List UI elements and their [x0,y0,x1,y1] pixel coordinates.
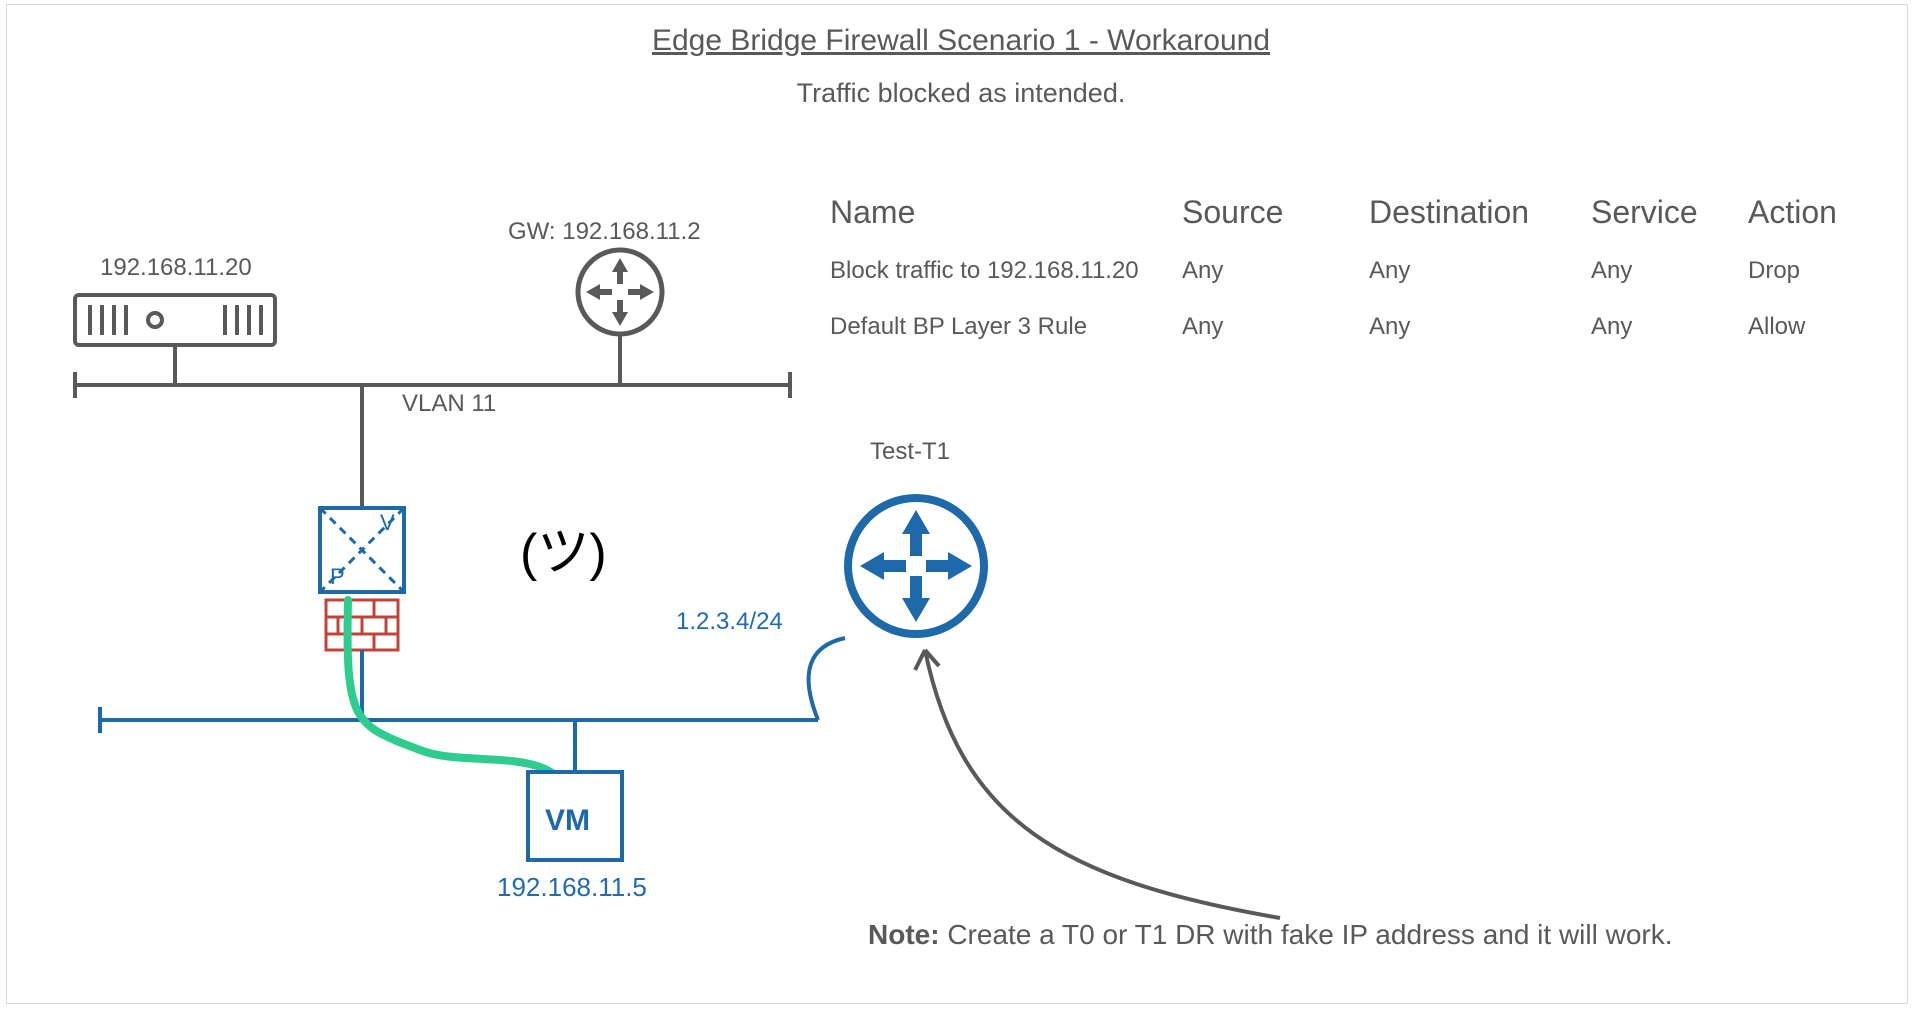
th-service: Service [1591,194,1746,247]
t1-router-label: Test-T1 [870,438,950,466]
note-prefix: Note: [868,919,940,950]
th-action: Action [1748,194,1858,247]
firewall-rules-table: Name Source Destination Service Action B… [828,192,1860,361]
cell-name: Block traffic to 192.168.11.20 [830,249,1180,303]
diagram-title: Edge Bridge Firewall Scenario 1 - Workar… [0,24,1922,58]
th-destination: Destination [1369,194,1589,247]
diagram-subtitle: Traffic blocked as intended. [0,78,1922,109]
cell-action: Drop [1748,249,1858,303]
gateway-label: GW: 192.168.11.2 [508,218,701,246]
table-header-row: Name Source Destination Service Action [830,194,1858,247]
cell-destination: Any [1369,249,1589,303]
fake-ip-label: 1.2.3.4/24 [676,608,783,636]
th-source: Source [1182,194,1367,247]
diagram-frame [6,4,1908,1004]
vlan-label: VLAN 11 [402,390,496,418]
note-body: Create a T0 or T1 DR with fake IP addres… [940,919,1673,950]
cell-source: Any [1182,249,1367,303]
th-name: Name [830,194,1180,247]
cell-service: Any [1591,305,1746,359]
note-text: Note: Create a T0 or T1 DR with fake IP … [868,919,1673,951]
server-ip-label: 192.168.11.20 [100,254,252,282]
table-row: Default BP Layer 3 RuleAnyAnyAnyAllow [830,305,1858,359]
smiley-face: (ツ) [520,510,607,585]
cell-service: Any [1591,249,1746,303]
cell-name: Default BP Layer 3 Rule [830,305,1180,359]
cell-source: Any [1182,305,1367,359]
cell-action: Allow [1748,305,1858,359]
table-row: Block traffic to 192.168.11.20AnyAnyAnyD… [830,249,1858,303]
vm-ip-label: 192.168.11.5 [497,872,647,903]
cell-destination: Any [1369,305,1589,359]
